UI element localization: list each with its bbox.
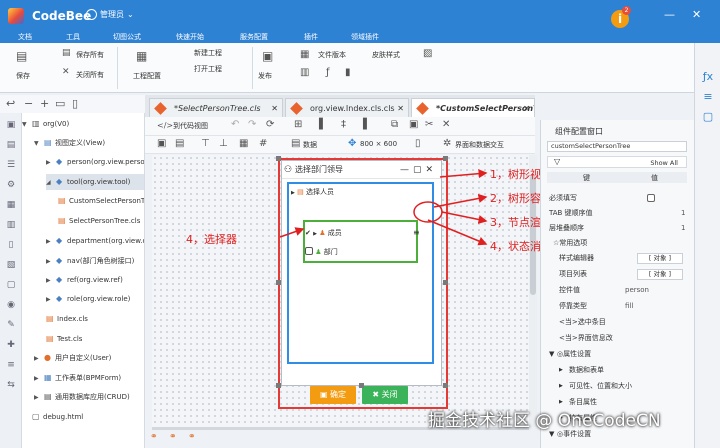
checkbox-icon[interactable] (647, 194, 655, 202)
config-title: 组件配置窗口 (555, 127, 603, 136)
property-key: 层堆叠顺序 (549, 224, 584, 232)
config-panel: 组件配置窗口 customSelectPersonTree ▽ Show All… (540, 120, 694, 448)
filter-icon[interactable]: ▽ (554, 157, 560, 166)
property-group[interactable]: ▶ 数据和表单 (547, 363, 687, 378)
arrow (441, 211, 488, 224)
property-key: ☆常用选项 (553, 239, 588, 247)
property-key: 必须填写 (549, 194, 577, 202)
annotation-4-left: 4，选择器 (186, 233, 237, 246)
property-key: 数据和表单 (569, 366, 604, 374)
app-window: CodeBee 管理员 ⌄ i 2 — ✕ 文档 工具 切图公式 快速开始 服务配… (0, 0, 720, 448)
property-key: 可见性、位置和大小 (569, 382, 632, 390)
chevron-down-icon: ▼ (549, 350, 555, 358)
property-value: 1 (681, 224, 686, 232)
value-column: 值 (651, 174, 658, 182)
property-row[interactable]: 必须填写 (547, 191, 687, 206)
arrow (279, 227, 305, 238)
property-object-button[interactable]: [ 对象 ] (637, 253, 683, 264)
property-group[interactable]: ▼ ◎属性设置 (547, 347, 687, 362)
property-value: 1 (681, 209, 686, 217)
property-key: 控件值 (559, 286, 580, 294)
property-object-button[interactable]: [ 对象 ] (637, 269, 683, 280)
config-table-header: 键 值 (547, 172, 687, 183)
property-key: ◎属性设置 (557, 350, 592, 358)
property-row[interactable]: 控件值 person (547, 283, 687, 298)
show-all-toggle[interactable]: Show All (650, 159, 678, 167)
property-group[interactable]: ▶ 可见性、位置和大小 (547, 379, 687, 394)
chevron-right-icon: ▶ (559, 383, 563, 389)
arrow (433, 193, 488, 208)
property-row[interactable]: <当>选中条目 (547, 315, 687, 330)
property-key: TAB 键顺序值 (549, 209, 593, 217)
property-row[interactable]: 样式编辑器 [ 对象 ] (547, 251, 687, 266)
property-key: <当>界面信息改 (559, 334, 613, 342)
config-filter-bar: ▽ Show All (547, 156, 687, 168)
property-row[interactable]: 停靠类型 fill (547, 299, 687, 314)
property-row[interactable]: <当>界面信息改 (547, 331, 687, 346)
key-column: 键 (583, 174, 590, 182)
property-value: person (625, 286, 649, 294)
highlight-ellipse (413, 201, 443, 223)
arrow (427, 219, 488, 246)
property-key: <当>选中条目 (559, 318, 606, 326)
watermark: 掘金技术社区 @ OneCodeCN (428, 411, 661, 431)
property-group[interactable]: ☆常用选项 (547, 236, 687, 251)
property-row[interactable]: 层堆叠顺序 1 (547, 221, 687, 236)
property-value: fill (625, 302, 634, 310)
property-key: 停靠类型 (559, 302, 587, 310)
chevron-right-icon: ▶ (559, 367, 563, 373)
property-key: 样式编辑器 (559, 254, 594, 262)
property-key: 项目列表 (559, 270, 587, 278)
arrow (439, 169, 488, 179)
property-row[interactable]: TAB 键顺序值 1 (547, 206, 687, 221)
property-row[interactable]: 项目列表 [ 对象 ] (547, 267, 687, 282)
component-name-field[interactable]: customSelectPersonTree (547, 141, 687, 152)
